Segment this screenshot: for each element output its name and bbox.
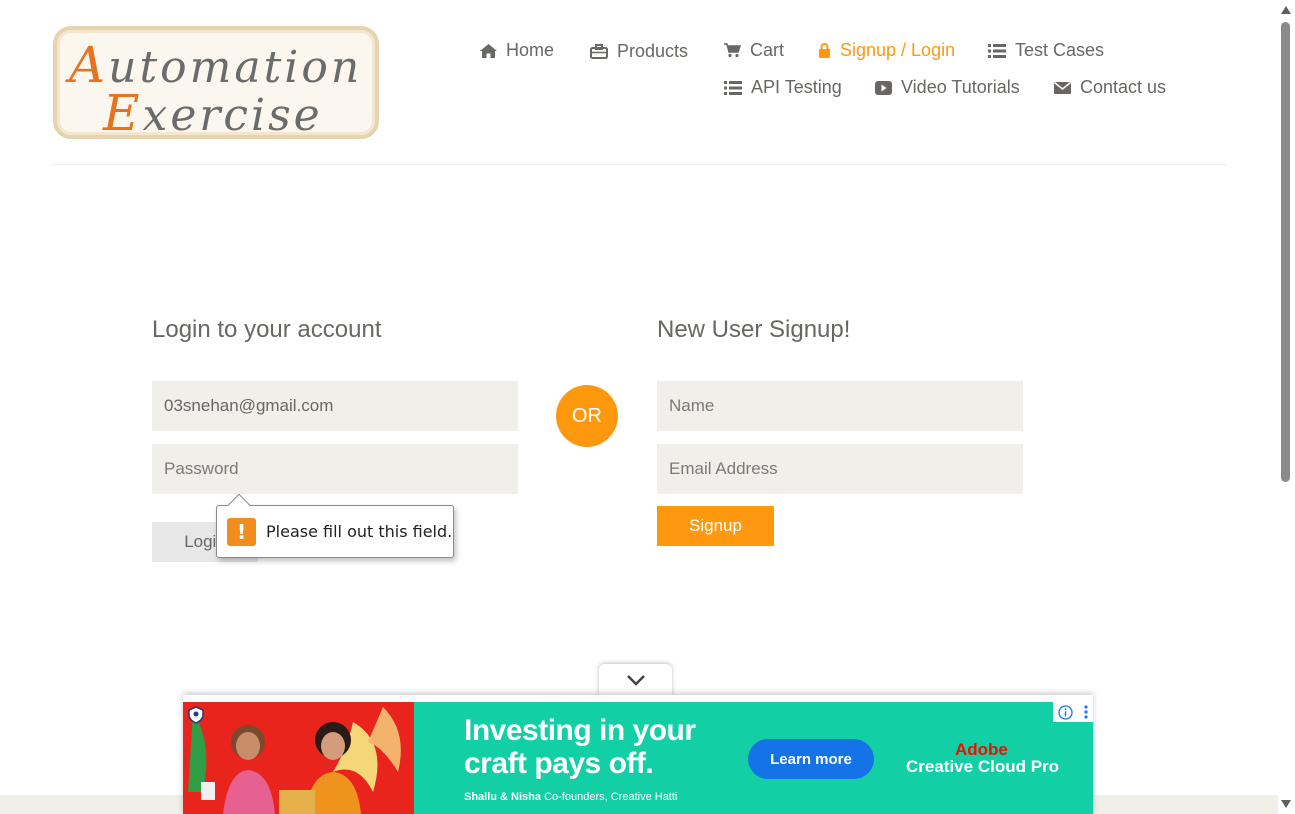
tooltip-arrow xyxy=(227,493,251,517)
login-email-input[interactable]: 03snehan@gmail.com xyxy=(152,381,518,431)
or-divider: OR xyxy=(556,385,618,447)
nav-video-tutorials-label: Video Tutorials xyxy=(901,77,1020,97)
nav-test-cases-label: Test Cases xyxy=(1015,40,1105,60)
nav-products[interactable]: Products xyxy=(590,41,688,62)
lock-icon xyxy=(819,43,830,58)
ad-info-controls xyxy=(1053,702,1093,722)
envelope-icon xyxy=(1054,81,1071,94)
chevron-down-icon xyxy=(626,675,645,686)
youtube-play-icon xyxy=(875,80,892,95)
nav-signup-login[interactable]: Signup / Login xyxy=(818,40,955,61)
login-password-input[interactable]: Password xyxy=(152,444,518,494)
list-icon xyxy=(988,43,1006,58)
ad-founders-image xyxy=(183,702,414,814)
nav-signup-login-label: Signup / Login xyxy=(840,40,956,60)
scroll-up-arrow-icon[interactable] xyxy=(1281,6,1291,14)
nav-cart-label: Cart xyxy=(750,40,785,60)
nav-products-label: Products xyxy=(617,41,689,61)
nav-cart[interactable]: Cart xyxy=(724,40,784,61)
nav-api-testing[interactable]: API Testing xyxy=(724,77,842,98)
ad-learn-more-button[interactable]: Learn more xyxy=(748,739,874,779)
scroll-thumb[interactable] xyxy=(1281,22,1290,482)
briefcase-icon xyxy=(590,44,608,59)
ad-collapse-button[interactable] xyxy=(599,664,672,697)
list-icon xyxy=(724,80,742,95)
home-icon xyxy=(480,43,497,58)
vertical-scrollbar[interactable] xyxy=(1278,0,1295,814)
tooltip-message: Please fill out this field. xyxy=(266,522,453,541)
validation-tooltip: ! Please fill out this field. xyxy=(216,493,454,558)
nav-api-testing-label: API Testing xyxy=(751,77,842,97)
nav-contact-us[interactable]: Contact us xyxy=(1054,77,1166,98)
cart-icon xyxy=(724,43,741,58)
shield-icon xyxy=(188,706,204,724)
signup-email-input[interactable]: Email Address xyxy=(657,444,1023,494)
scroll-down-arrow-icon[interactable] xyxy=(1281,800,1291,808)
nav-video-tutorials[interactable]: Video Tutorials xyxy=(875,77,1020,98)
nav-home-label: Home xyxy=(506,40,555,60)
signup-title: New User Signup! xyxy=(657,316,851,343)
ad-subtitle: Shallu & Nisha Co-founders, Creative Hat… xyxy=(464,791,678,803)
ad-banner: Investing in your craft pays off. Shallu… xyxy=(183,695,1093,814)
nav-test-cases[interactable]: Test Cases xyxy=(988,40,1104,61)
ad-creative[interactable]: Investing in your craft pays off. Shallu… xyxy=(183,702,1093,814)
ad-brand-product: Creative Cloud Pro xyxy=(906,757,1060,776)
login-title: Login to your account xyxy=(152,316,382,343)
info-icon[interactable] xyxy=(1058,704,1073,720)
ad-headline: Investing in your craft pays off. xyxy=(464,714,696,780)
warning-icon: ! xyxy=(227,517,256,546)
header-divider xyxy=(51,164,1227,165)
site-logo[interactable]: Automation Exercise xyxy=(53,26,379,142)
nav-home[interactable]: Home xyxy=(480,40,554,61)
signup-name-input[interactable]: Name xyxy=(657,381,1023,431)
more-options-icon[interactable] xyxy=(1084,705,1088,719)
logo-line-2: Exercise xyxy=(103,84,323,142)
signup-button[interactable]: Signup xyxy=(657,506,774,546)
nav-contact-us-label: Contact us xyxy=(1080,77,1167,97)
